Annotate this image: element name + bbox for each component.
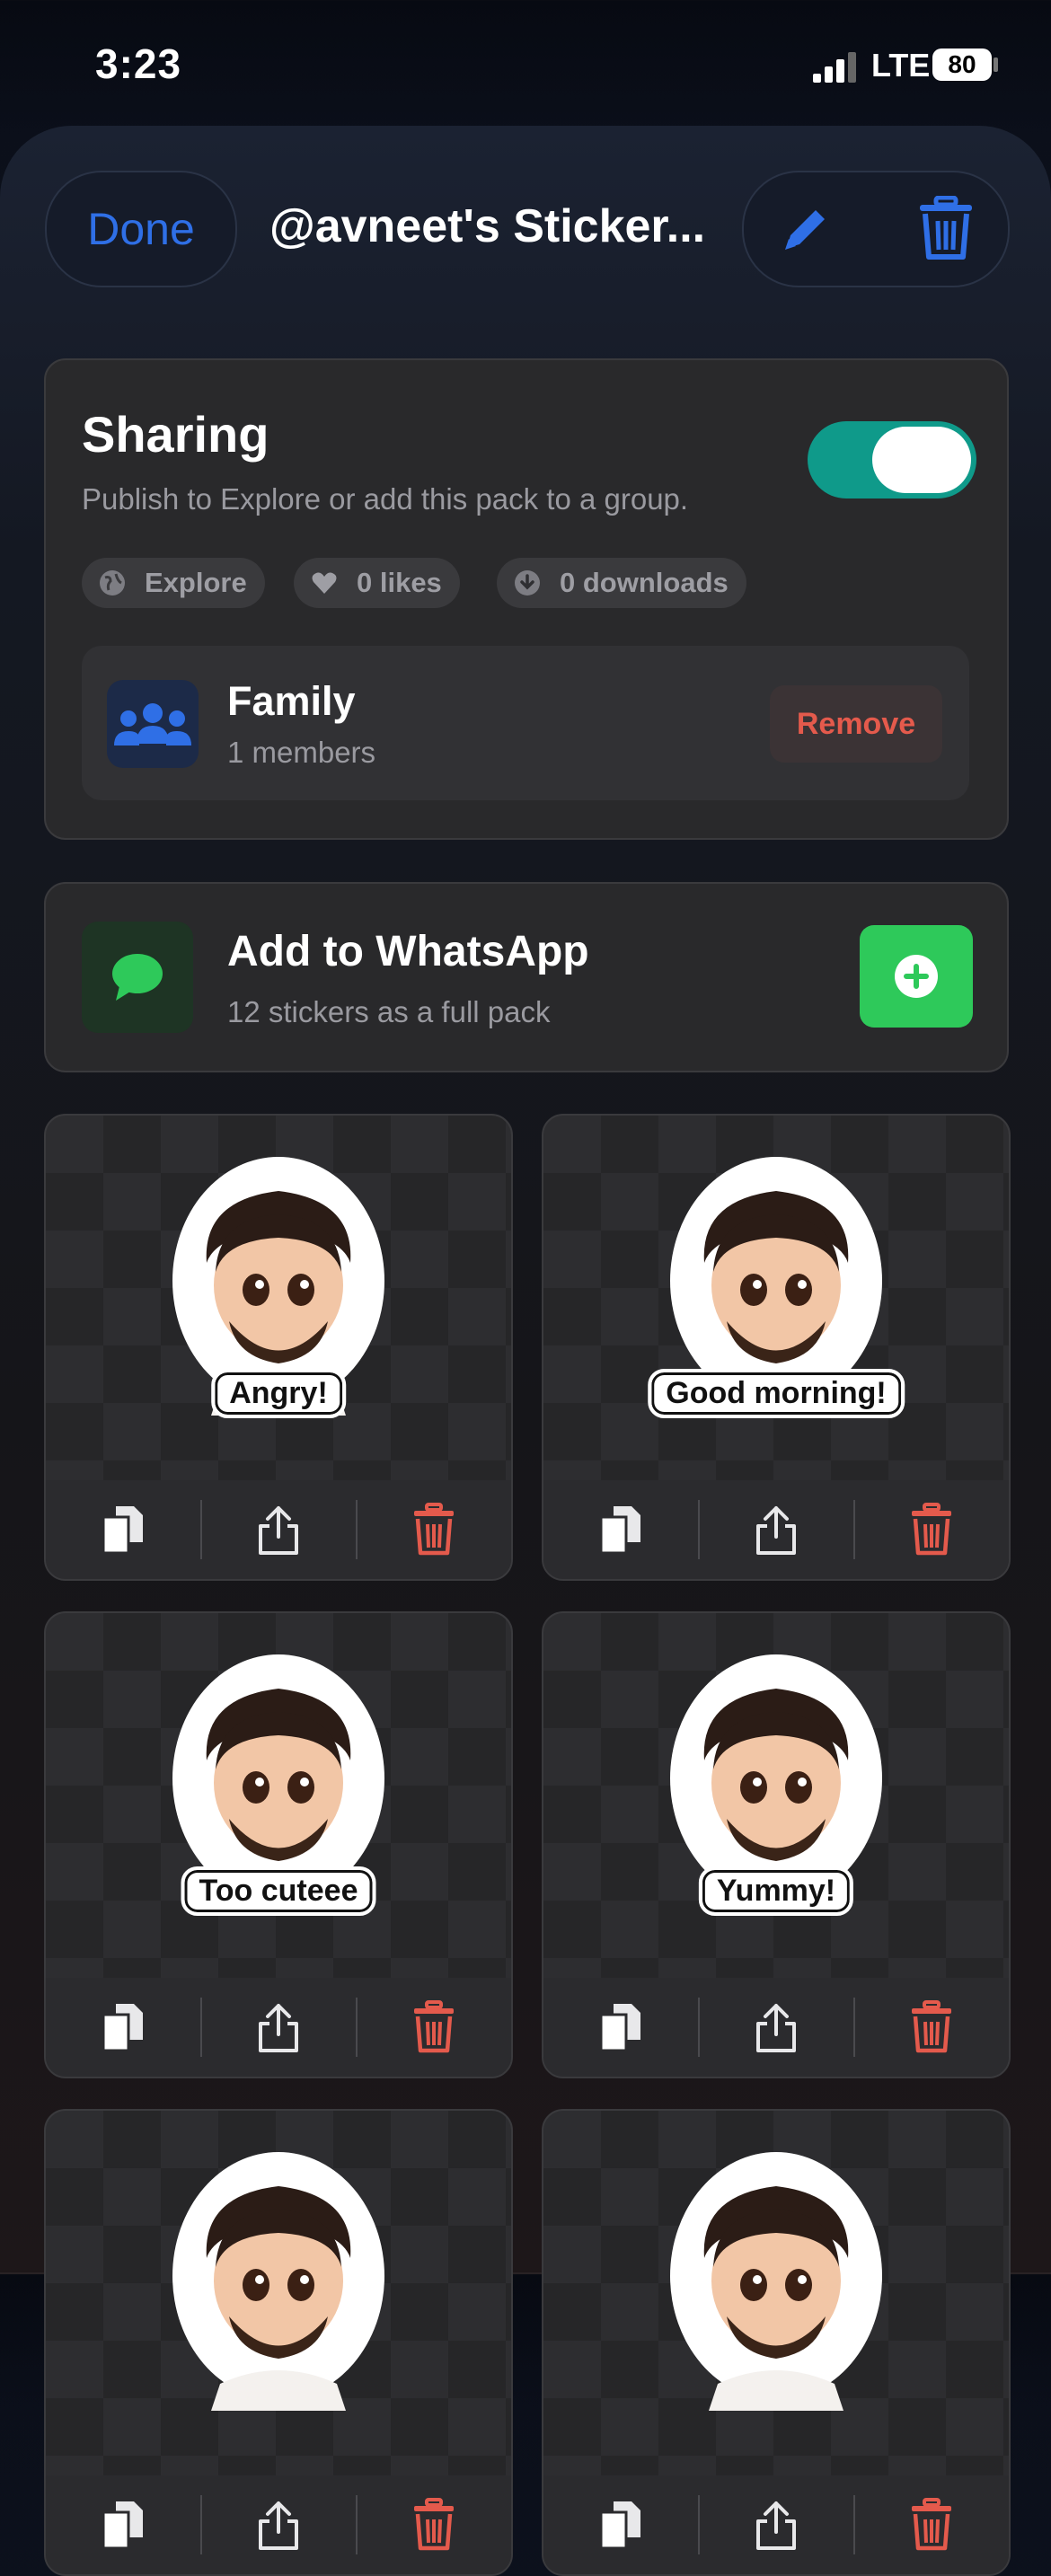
- delete-sticker-button[interactable]: [357, 1498, 511, 1561]
- trash-icon: [414, 2498, 454, 2551]
- share-icon: [259, 2501, 298, 2550]
- sticker-toolbar: [46, 2475, 511, 2574]
- share-icon: [756, 2501, 796, 2550]
- status-time: 3:23: [95, 40, 182, 87]
- whatsapp-title: Add to WhatsApp: [227, 928, 589, 975]
- group-name: Family: [227, 678, 356, 724]
- trash-icon: [414, 2000, 454, 2053]
- explore-chip-label: Explore: [145, 567, 247, 598]
- trash-icon: [414, 1503, 454, 1556]
- download-icon: [515, 570, 540, 595]
- share-button[interactable]: [699, 1498, 853, 1561]
- group-people-icon: [107, 680, 199, 768]
- copy-icon: [599, 1506, 640, 1555]
- copy-button[interactable]: [46, 1996, 200, 2059]
- share-button[interactable]: [201, 1498, 356, 1561]
- sticker-caption: Good morning!: [648, 1369, 905, 1418]
- share-icon: [756, 2004, 796, 2052]
- sticker-image: [172, 2152, 384, 2411]
- share-button[interactable]: [201, 1996, 356, 2059]
- delete-sticker-button[interactable]: [357, 2493, 511, 2556]
- share-icon: [756, 1506, 796, 1555]
- sticker-caption: Angry!: [211, 1369, 346, 1418]
- copy-button[interactable]: [543, 1996, 698, 2059]
- sticker-toolbar: [46, 1480, 511, 1579]
- share-button[interactable]: [699, 2493, 853, 2556]
- status-bar: 3:23 LTE 80: [0, 0, 1051, 126]
- share-icon: [259, 2004, 298, 2052]
- downloads-chip: 0 downloads: [497, 558, 746, 608]
- copy-button[interactable]: [543, 1498, 698, 1561]
- sticker-toolbar: [543, 1978, 1009, 2077]
- pencil-icon[interactable]: [776, 199, 835, 259]
- trash-icon: [912, 2498, 951, 2551]
- trash-icon: [912, 1503, 951, 1556]
- downloads-chip-label: 0 downloads: [560, 567, 729, 598]
- share-button[interactable]: [699, 1996, 853, 2059]
- likes-chip: 0 likes: [294, 558, 460, 608]
- sticker-card-5[interactable]: [44, 2109, 513, 2576]
- sticker-toolbar: [46, 1978, 511, 2077]
- sticker-card-6[interactable]: [542, 2109, 1011, 2576]
- whatsapp-card[interactable]: Add to WhatsApp 12 stickers as a full pa…: [44, 882, 1009, 1072]
- battery-tip: [994, 57, 998, 72]
- sharing-subtitle: Publish to Explore or add this pack to a…: [82, 482, 689, 516]
- chat-bubble-icon: [82, 922, 193, 1033]
- copy-button[interactable]: [543, 2493, 698, 2556]
- copy-icon: [102, 2004, 143, 2052]
- sticker-image: [670, 2152, 882, 2411]
- sticker-caption: Too cuteee: [181, 1866, 376, 1916]
- header-actions: [742, 171, 1010, 287]
- done-button[interactable]: Done: [45, 171, 237, 287]
- copy-button[interactable]: [46, 1498, 200, 1561]
- globe-icon: [100, 570, 125, 595]
- share-button[interactable]: [201, 2493, 356, 2556]
- battery-icon: 80: [932, 49, 992, 81]
- sticker-toolbar: [543, 2475, 1009, 2574]
- network-label: LTE: [871, 47, 931, 84]
- trash-icon: [912, 2000, 951, 2053]
- sharing-toggle[interactable]: [808, 421, 976, 498]
- toggle-knob: [872, 427, 971, 493]
- sticker-card-2[interactable]: Good morning!: [542, 1114, 1011, 1581]
- group-row-family[interactable]: Family 1 members Remove: [82, 646, 969, 800]
- copy-button[interactable]: [46, 2493, 200, 2556]
- heart-icon: [312, 572, 337, 594]
- add-to-whatsapp-button[interactable]: [860, 925, 973, 1028]
- delete-sticker-button[interactable]: [357, 1996, 511, 2059]
- signal-icon: [813, 50, 860, 83]
- share-icon: [259, 1506, 298, 1555]
- likes-chip-label: 0 likes: [357, 567, 442, 598]
- group-members: 1 members: [227, 736, 376, 769]
- whatsapp-subtitle: 12 stickers as a full pack: [227, 995, 551, 1028]
- sharing-card: Sharing Publish to Explore or add this p…: [44, 358, 1009, 840]
- page-title: @avneet's Sticker...: [269, 200, 706, 252]
- copy-icon: [102, 1506, 143, 1555]
- sharing-title: Sharing: [82, 406, 269, 463]
- sticker-card-1[interactable]: Angry!: [44, 1114, 513, 1581]
- copy-icon: [102, 2501, 143, 2550]
- sticker-card-4[interactable]: Yummy!: [542, 1611, 1011, 2078]
- plus-circle-icon: [895, 955, 938, 998]
- copy-icon: [599, 2004, 640, 2052]
- remove-group-button[interactable]: Remove: [770, 685, 942, 763]
- sticker-caption: Yummy!: [698, 1866, 854, 1916]
- delete-sticker-button[interactable]: [854, 1498, 1009, 1561]
- delete-sticker-button[interactable]: [854, 2493, 1009, 2556]
- explore-chip[interactable]: Explore: [82, 558, 265, 608]
- sticker-card-3[interactable]: Too cuteee: [44, 1611, 513, 2078]
- delete-sticker-button[interactable]: [854, 1996, 1009, 2059]
- sticker-toolbar: [543, 1480, 1009, 1579]
- copy-icon: [599, 2501, 640, 2550]
- trash-icon[interactable]: [916, 195, 976, 260]
